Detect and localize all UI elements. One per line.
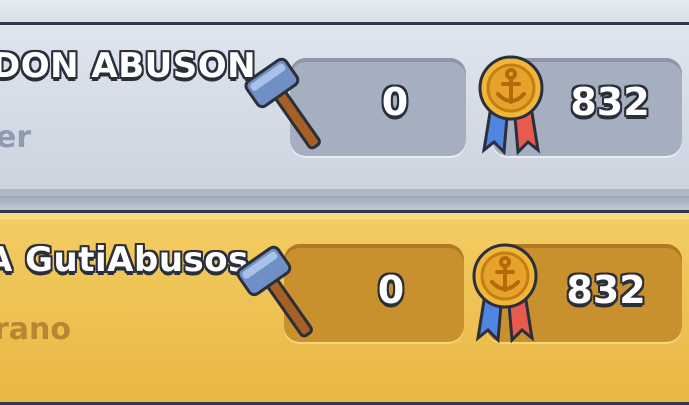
anchor-medal-icon <box>478 55 544 156</box>
player-name: DON ABUSON <box>0 46 257 86</box>
player-role: er <box>0 120 32 155</box>
trophies-count: 832 <box>570 80 650 124</box>
hammer-icon <box>236 245 313 338</box>
hammer-icon <box>244 57 321 150</box>
anchor-medal-icon <box>472 243 538 344</box>
trophies-count: 832 <box>566 268 646 312</box>
donations-count: 0 <box>381 80 409 124</box>
player-role: rano <box>0 312 72 347</box>
player-name: A GutiAbusos <box>0 240 249 280</box>
donations-count: 0 <box>377 268 405 312</box>
